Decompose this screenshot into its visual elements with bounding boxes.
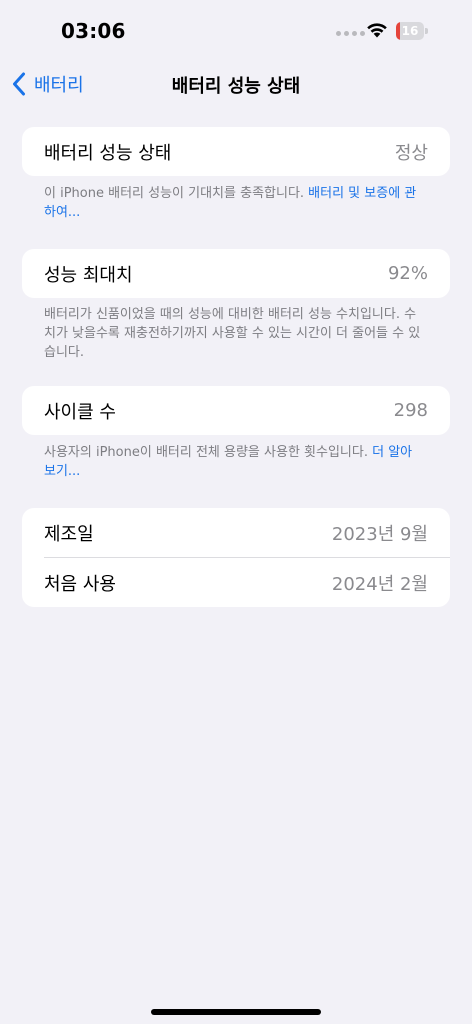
navigation-bar: 배터리 성능 상태 배터리 bbox=[0, 64, 472, 104]
cycle-count-footnote: 사용자의 iPhone이 배터리 전체 용량을 사용한 횟수입니다. 더 알아보… bbox=[44, 443, 424, 481]
chevron-left-icon bbox=[13, 72, 25, 96]
manufacture-date-label: 제조일 bbox=[44, 523, 94, 545]
cycle-count-card: 사이클 수 298 bbox=[22, 386, 450, 435]
first-use-row: 처음 사용 2024년 2월 bbox=[22, 558, 450, 607]
battery-health-label: 배터리 성능 상태 bbox=[44, 142, 172, 164]
cycle-count-value: 298 bbox=[393, 400, 428, 421]
battery-health-footnote-text: 이 iPhone 배터리 성능이 기대치를 충족합니다. bbox=[44, 186, 309, 201]
first-use-label: 처음 사용 bbox=[44, 573, 116, 595]
cycle-count-footnote-text: 사용자의 iPhone이 배터리 전체 용량을 사용한 횟수입니다. bbox=[44, 445, 373, 460]
wifi-icon bbox=[367, 23, 387, 38]
max-capacity-card: 성능 최대치 92% bbox=[22, 249, 450, 298]
battery-icon: 16 bbox=[396, 22, 429, 40]
manufacture-date-value: 2023년 9월 bbox=[331, 523, 428, 545]
battery-health-footnote: 이 iPhone 배터리 성능이 기대치를 충족합니다. 배터리 및 보증에 관… bbox=[44, 184, 424, 222]
cycle-count-row: 사이클 수 298 bbox=[22, 386, 450, 435]
battery-level: 16 bbox=[401, 24, 419, 38]
cellular-signal-icon bbox=[336, 31, 365, 36]
back-label: 배터리 bbox=[34, 75, 84, 96]
status-time: 03:06 bbox=[61, 19, 126, 43]
first-use-value: 2024년 2월 bbox=[331, 573, 428, 595]
home-indicator[interactable] bbox=[151, 1009, 321, 1015]
max-capacity-row: 성능 최대치 92% bbox=[22, 249, 450, 298]
max-capacity-value: 92% bbox=[387, 263, 428, 284]
max-capacity-footnote-text: 배터리가 신품이었을 때의 성능에 대비한 배터리 성능 수치입니다. 수치가 … bbox=[44, 307, 421, 360]
battery-health-value: 정상 bbox=[394, 142, 428, 164]
status-bar: 03:06 16 bbox=[0, 0, 472, 64]
battery-health-card: 배터리 성능 상태 정상 bbox=[22, 127, 450, 176]
back-button[interactable]: 배터리 bbox=[12, 68, 84, 100]
cycle-count-label: 사이클 수 bbox=[44, 401, 116, 423]
max-capacity-label: 성능 최대치 bbox=[44, 264, 133, 286]
max-capacity-footnote: 배터리가 신품이었을 때의 성능에 대비한 배터리 성능 수치입니다. 수치가 … bbox=[44, 305, 424, 362]
battery-health-row: 배터리 성능 상태 정상 bbox=[22, 127, 450, 176]
battery-dates-card: 제조일 2023년 9월 처음 사용 2024년 2월 bbox=[22, 508, 450, 607]
manufacture-date-row: 제조일 2023년 9월 bbox=[22, 508, 450, 557]
